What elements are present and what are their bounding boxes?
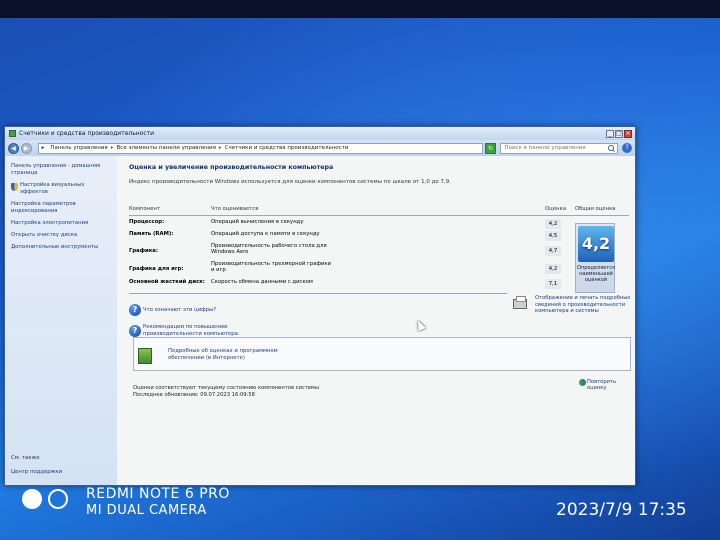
support-center-link[interactable]: Центр поддержки	[11, 469, 62, 475]
table-header: Компонент Что оценивается Оценка Общая о…	[129, 206, 629, 216]
score-table: Компонент Что оценивается Оценка Общая о…	[129, 206, 629, 293]
watermark-model: REDMI NOTE 6 PRO	[86, 486, 230, 502]
overall-score-caption: Определяется наименьшей оценкой	[577, 265, 615, 283]
component-score: 4,5	[545, 231, 561, 241]
table-row: Память (RAM): Операций доступа к памяти …	[129, 231, 629, 243]
print-details-link[interactable]: Отображение и печать подробных сведений …	[535, 295, 631, 315]
component-score: 4,7	[545, 246, 561, 256]
search-input[interactable]: Поиск в панели управления	[500, 142, 619, 154]
window-title: Счетчики и средства производительности	[19, 130, 155, 137]
component-score: 7,1	[545, 279, 561, 289]
info-panel: Подробные об оценках и программном обесп…	[133, 337, 631, 371]
forward-button[interactable]: ▶	[20, 142, 32, 154]
column-what: Что оценивается	[211, 206, 259, 212]
status-current: Оценки соответствуют текущему состоянию …	[133, 385, 319, 391]
printer-icon	[513, 296, 527, 309]
table-row: Графика: Производительность рабочего сто…	[129, 243, 629, 261]
component-name: Графика для игр:	[129, 266, 184, 272]
column-score: Оценка	[545, 206, 566, 212]
back-button[interactable]: ◀	[8, 142, 19, 154]
refresh-shield-icon	[579, 379, 586, 386]
table-divider	[129, 293, 507, 294]
sidebar-item-power[interactable]: Настройка электропитания	[11, 220, 113, 227]
breadcrumb-item[interactable]: Все элементы панели управления	[117, 145, 216, 151]
search-icon[interactable]	[607, 144, 616, 153]
component-name: Основной жесткий диск:	[129, 279, 205, 285]
sidebar-item-label: Настройка визуальных эффектов	[20, 182, 85, 195]
component-name: Процессор:	[129, 219, 165, 225]
breadcrumb-item[interactable]: Счетчики и средства производительности	[225, 145, 349, 151]
search-placeholder: Поиск в панели управления	[504, 145, 586, 151]
sidebar-item-advanced-tools[interactable]: Дополнительные инструменты	[11, 244, 113, 251]
watermark-dot-icon	[22, 489, 42, 509]
breadcrumb-arrow-icon: ▸	[41, 145, 45, 151]
sidebar-item-visual-effects[interactable]: Настройка визуальных эффектов	[11, 182, 113, 196]
column-component: Компонент	[129, 206, 160, 212]
page-title: Оценка и увеличение производительности к…	[129, 164, 334, 171]
overall-score-panel: 4,2 Определяется наименьшей оценкой	[575, 223, 615, 293]
sidebar-item-indexing[interactable]: Настройка параметров индексирования	[11, 201, 113, 215]
component-description: Операций доступа к памяти в секунду	[211, 231, 320, 237]
component-score: 4,2	[545, 219, 561, 229]
component-name: Графика:	[129, 248, 158, 254]
question-icon: ?	[129, 325, 141, 337]
component-score: 4,2	[545, 264, 561, 274]
control-panel-window: Счетчики и средства производительности _…	[4, 126, 636, 486]
watermark-camera: MI DUAL CAMERA	[86, 503, 207, 518]
rerun-assessment-link[interactable]: Повторить оценку	[587, 379, 635, 391]
address-bar[interactable]: ▸ Панель управления ▸ Все элементы панел…	[37, 142, 483, 154]
component-description: Скорость обмена данными с диском	[211, 279, 313, 285]
sidebar-item-home[interactable]: Панель управления - домашняя страница	[11, 163, 113, 177]
window-controls: _ □ ×	[606, 129, 632, 138]
maximize-button[interactable]: □	[615, 129, 623, 138]
minimize-button[interactable]: _	[606, 129, 614, 138]
title-bar[interactable]: Счетчики и средства производительности _…	[5, 127, 635, 140]
performance-icon	[9, 130, 16, 137]
component-description: Производительность трехмерной графики и …	[211, 261, 331, 273]
improve-performance-link[interactable]: Рекомендации по повышению производительн…	[143, 324, 263, 337]
see-also-heading: См. также	[11, 455, 40, 461]
breadcrumb-separator-icon: ▸	[110, 145, 114, 151]
table-row: Графика для игр: Производительность трех…	[129, 261, 629, 279]
component-description: Производительность рабочего стола для Wi…	[211, 243, 327, 255]
what-numbers-mean-link[interactable]: Что означают эти цифры?	[143, 307, 216, 314]
component-name: Память (RAM):	[129, 231, 174, 237]
question-icon: ?	[129, 304, 141, 316]
sidebar: Панель управления - домашняя страница На…	[5, 156, 117, 485]
watermark-datetime: 2023/7/9 17:35	[556, 500, 687, 520]
breadcrumb-item[interactable]: Панель управления	[50, 145, 107, 151]
page-subtitle: Индекс производительности Windows исполь…	[129, 179, 452, 185]
close-button[interactable]: ×	[624, 129, 632, 138]
watermark-ring-icon	[48, 489, 68, 509]
camera-watermark: REDMI NOTE 6 PRO MI DUAL CAMERA 2023/7/9…	[22, 486, 720, 540]
overall-score: 4,2	[578, 226, 614, 262]
breadcrumb-separator-icon: ▸	[218, 145, 222, 151]
navigation-bar: ◀ ▶ ▸ Панель управления ▸ Все элементы п…	[5, 140, 635, 156]
component-description: Операций вычисления в секунду	[211, 219, 304, 225]
refresh-button[interactable]: ↻	[484, 142, 497, 154]
help-icon[interactable]: ?	[622, 143, 632, 153]
sidebar-item-disk-cleanup[interactable]: Открыть очистку диска	[11, 232, 113, 239]
software-info-icon	[138, 348, 152, 364]
table-row: Процессор: Операций вычисления в секунду…	[129, 219, 629, 231]
table-row: Основной жесткий диск: Скорость обмена д…	[129, 279, 629, 291]
status-last-update: Последнее обновление: 09.07.2023 16:09:5…	[133, 392, 255, 398]
column-overall: Общая оценка	[575, 206, 616, 212]
shield-icon	[11, 183, 18, 191]
online-info-link[interactable]: Подробные об оценках и программном обесп…	[168, 348, 288, 362]
